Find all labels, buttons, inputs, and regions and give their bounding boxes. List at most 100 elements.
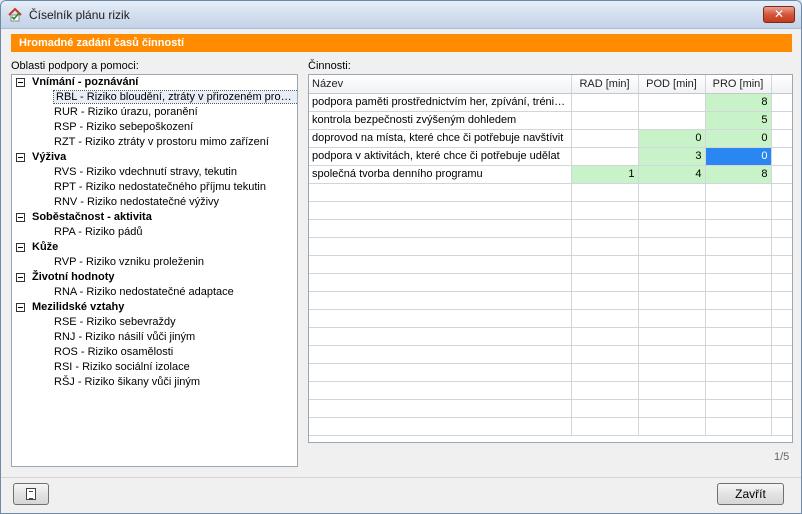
tree-group[interactable]: Životní hodnoty — [12, 270, 297, 285]
tree-item[interactable]: RPT - Riziko nedostatečného příjmu tekut… — [12, 180, 297, 195]
empty-cell — [638, 255, 706, 274]
tree-item[interactable]: RNJ - Riziko násilí vůči jiným — [12, 330, 297, 345]
pod-minutes-cell[interactable]: 3 — [638, 147, 706, 166]
close-button[interactable]: Zavřít — [717, 483, 784, 505]
tree-group[interactable]: Kůže — [12, 240, 297, 255]
pod-minutes-cell[interactable] — [638, 111, 706, 130]
notes-button[interactable] — [13, 483, 49, 505]
column-header-rad[interactable]: RAD [min] — [571, 75, 639, 94]
empty-cell — [571, 327, 639, 346]
empty-cell — [571, 219, 639, 238]
column-header-pod[interactable]: POD [min] — [638, 75, 706, 94]
pod-minutes-cell[interactable] — [638, 93, 706, 112]
table-row[interactable]: společná tvorba denního programu 1 4 8 — [309, 165, 792, 184]
column-header-pro[interactable]: PRO [min] — [705, 75, 772, 94]
grid-header-row: Název RAD [min] POD [min] PRO [min] — [309, 75, 792, 94]
rad-minutes-cell[interactable] — [571, 129, 639, 148]
empty-row — [309, 363, 792, 382]
collapse-icon[interactable] — [16, 273, 25, 282]
empty-cell — [705, 291, 772, 310]
empty-cell — [771, 255, 792, 274]
pro-minutes-cell[interactable]: 5 — [705, 111, 772, 130]
empty-row — [309, 417, 792, 436]
tree-item-label: RPA - Riziko pádů — [54, 226, 143, 238]
table-row[interactable]: doprovod na místa, které chce či potřebu… — [309, 129, 792, 148]
collapse-icon[interactable] — [16, 243, 25, 252]
empty-cell — [705, 273, 772, 292]
activity-name-cell[interactable]: kontrola bezpečnosti zvýšeným dohledem — [309, 111, 572, 130]
tree-item[interactable]: RNA - Riziko nedostatečné adaptace — [12, 285, 297, 300]
table-row[interactable]: podpora v aktivitách, které chce či potř… — [309, 147, 792, 166]
empty-row — [309, 255, 792, 274]
tree-item[interactable]: RSI - Riziko sociální izolace — [12, 360, 297, 375]
title-bar[interactable]: Číselník plánu rizik ✕ — [1, 1, 801, 29]
empty-cell — [571, 417, 639, 436]
table-row[interactable]: kontrola bezpečnosti zvýšeným dohledem 5 — [309, 111, 792, 130]
rad-minutes-cell[interactable] — [571, 111, 639, 130]
activity-name-cell[interactable]: doprovod na místa, které chce či potřebu… — [309, 129, 572, 148]
window-close-button[interactable]: ✕ — [763, 6, 795, 23]
empty-cell — [571, 201, 639, 220]
empty-cell — [705, 255, 772, 274]
tree-item[interactable]: RŠJ - Riziko šikany vůči jiným — [12, 375, 297, 390]
pro-minutes-cell[interactable]: 8 — [705, 93, 772, 112]
rad-minutes-cell[interactable]: 1 — [571, 165, 639, 184]
collapse-icon[interactable] — [16, 78, 25, 87]
tree-item[interactable]: RVS - Riziko vdechnutí stravy, tekutin — [12, 165, 297, 180]
rad-minutes-cell[interactable] — [571, 93, 639, 112]
tree-group[interactable]: Soběstačnost - aktivita — [12, 210, 297, 225]
tree-item[interactable]: RSE - Riziko sebevraždy — [12, 315, 297, 330]
empty-cell — [771, 381, 792, 400]
house-check-icon — [8, 7, 22, 22]
activity-name-cell[interactable]: podpora paměti prostřednictvím her, zpív… — [309, 93, 572, 112]
empty-cell — [771, 363, 792, 382]
activity-name-cell[interactable]: podpora v aktivitách, které chce či potř… — [309, 147, 572, 166]
empty-cell — [771, 219, 792, 238]
tree-item-label: RBL - Riziko bloudění, ztráty v přirozen… — [53, 90, 297, 104]
tree-item[interactable]: RNV - Riziko nedostatečné výživy — [12, 195, 297, 210]
empty-cell — [309, 309, 572, 328]
page-indicator: 1/5 — [774, 451, 790, 463]
empty-cell — [309, 345, 572, 364]
empty-cell — [309, 327, 572, 346]
empty-cell — [571, 363, 639, 382]
tree-item[interactable]: RBL - Riziko bloudění, ztráty v přirozen… — [12, 90, 297, 105]
tree-item[interactable]: RZT - Riziko ztráty v prostoru mimo zaří… — [12, 135, 297, 150]
areas-tree[interactable]: Vnímání - poznávání RBL - Riziko bloudění… — [11, 74, 298, 467]
empty-cell — [638, 201, 706, 220]
empty-cell — [638, 399, 706, 418]
tree-item[interactable]: RPA - Riziko pádů — [12, 225, 297, 240]
empty-row — [309, 345, 792, 364]
tree-item[interactable]: RVP - Riziko vzniku proleženin — [12, 255, 297, 270]
collapse-icon[interactable] — [16, 153, 25, 162]
filler-cell — [771, 93, 792, 112]
empty-cell — [771, 327, 792, 346]
empty-row — [309, 291, 792, 310]
column-header-name[interactable]: Název — [309, 75, 572, 94]
tree-group[interactable]: Výživa — [12, 150, 297, 165]
tree-group[interactable]: Vnímání - poznávání — [12, 75, 297, 90]
tree-item[interactable]: ROS - Riziko osamělosti — [12, 345, 297, 360]
tree-item[interactable]: RSP - Riziko sebepoškození — [12, 120, 297, 135]
pro-minutes-cell[interactable]: 0 — [705, 129, 772, 148]
tree-group[interactable]: Mezilidské vztahy — [12, 300, 297, 315]
tree-item[interactable]: RUR - Riziko úrazu, poranění — [12, 105, 297, 120]
activities-grid[interactable]: Název RAD [min] POD [min] PRO [min] podp… — [308, 74, 793, 443]
pod-minutes-cell[interactable]: 0 — [638, 129, 706, 148]
empty-cell — [638, 237, 706, 256]
empty-row — [309, 273, 792, 292]
collapse-icon[interactable] — [16, 213, 25, 222]
table-row[interactable]: podpora paměti prostřednictvím her, zpív… — [309, 93, 792, 112]
empty-cell — [638, 309, 706, 328]
areas-label: Oblasti podpory a pomoci: — [11, 60, 139, 72]
collapse-icon[interactable] — [16, 303, 25, 312]
empty-cell — [705, 345, 772, 364]
activity-name-cell[interactable]: společná tvorba denního programu — [309, 165, 572, 184]
empty-row — [309, 237, 792, 256]
pro-minutes-cell[interactable]: 8 — [705, 165, 772, 184]
pro-minutes-cell[interactable]: 0 — [705, 147, 772, 166]
pod-minutes-cell[interactable]: 4 — [638, 165, 706, 184]
rad-minutes-cell[interactable] — [571, 147, 639, 166]
empty-cell — [705, 183, 772, 202]
tree-group-label: Životní hodnoty — [32, 271, 115, 283]
